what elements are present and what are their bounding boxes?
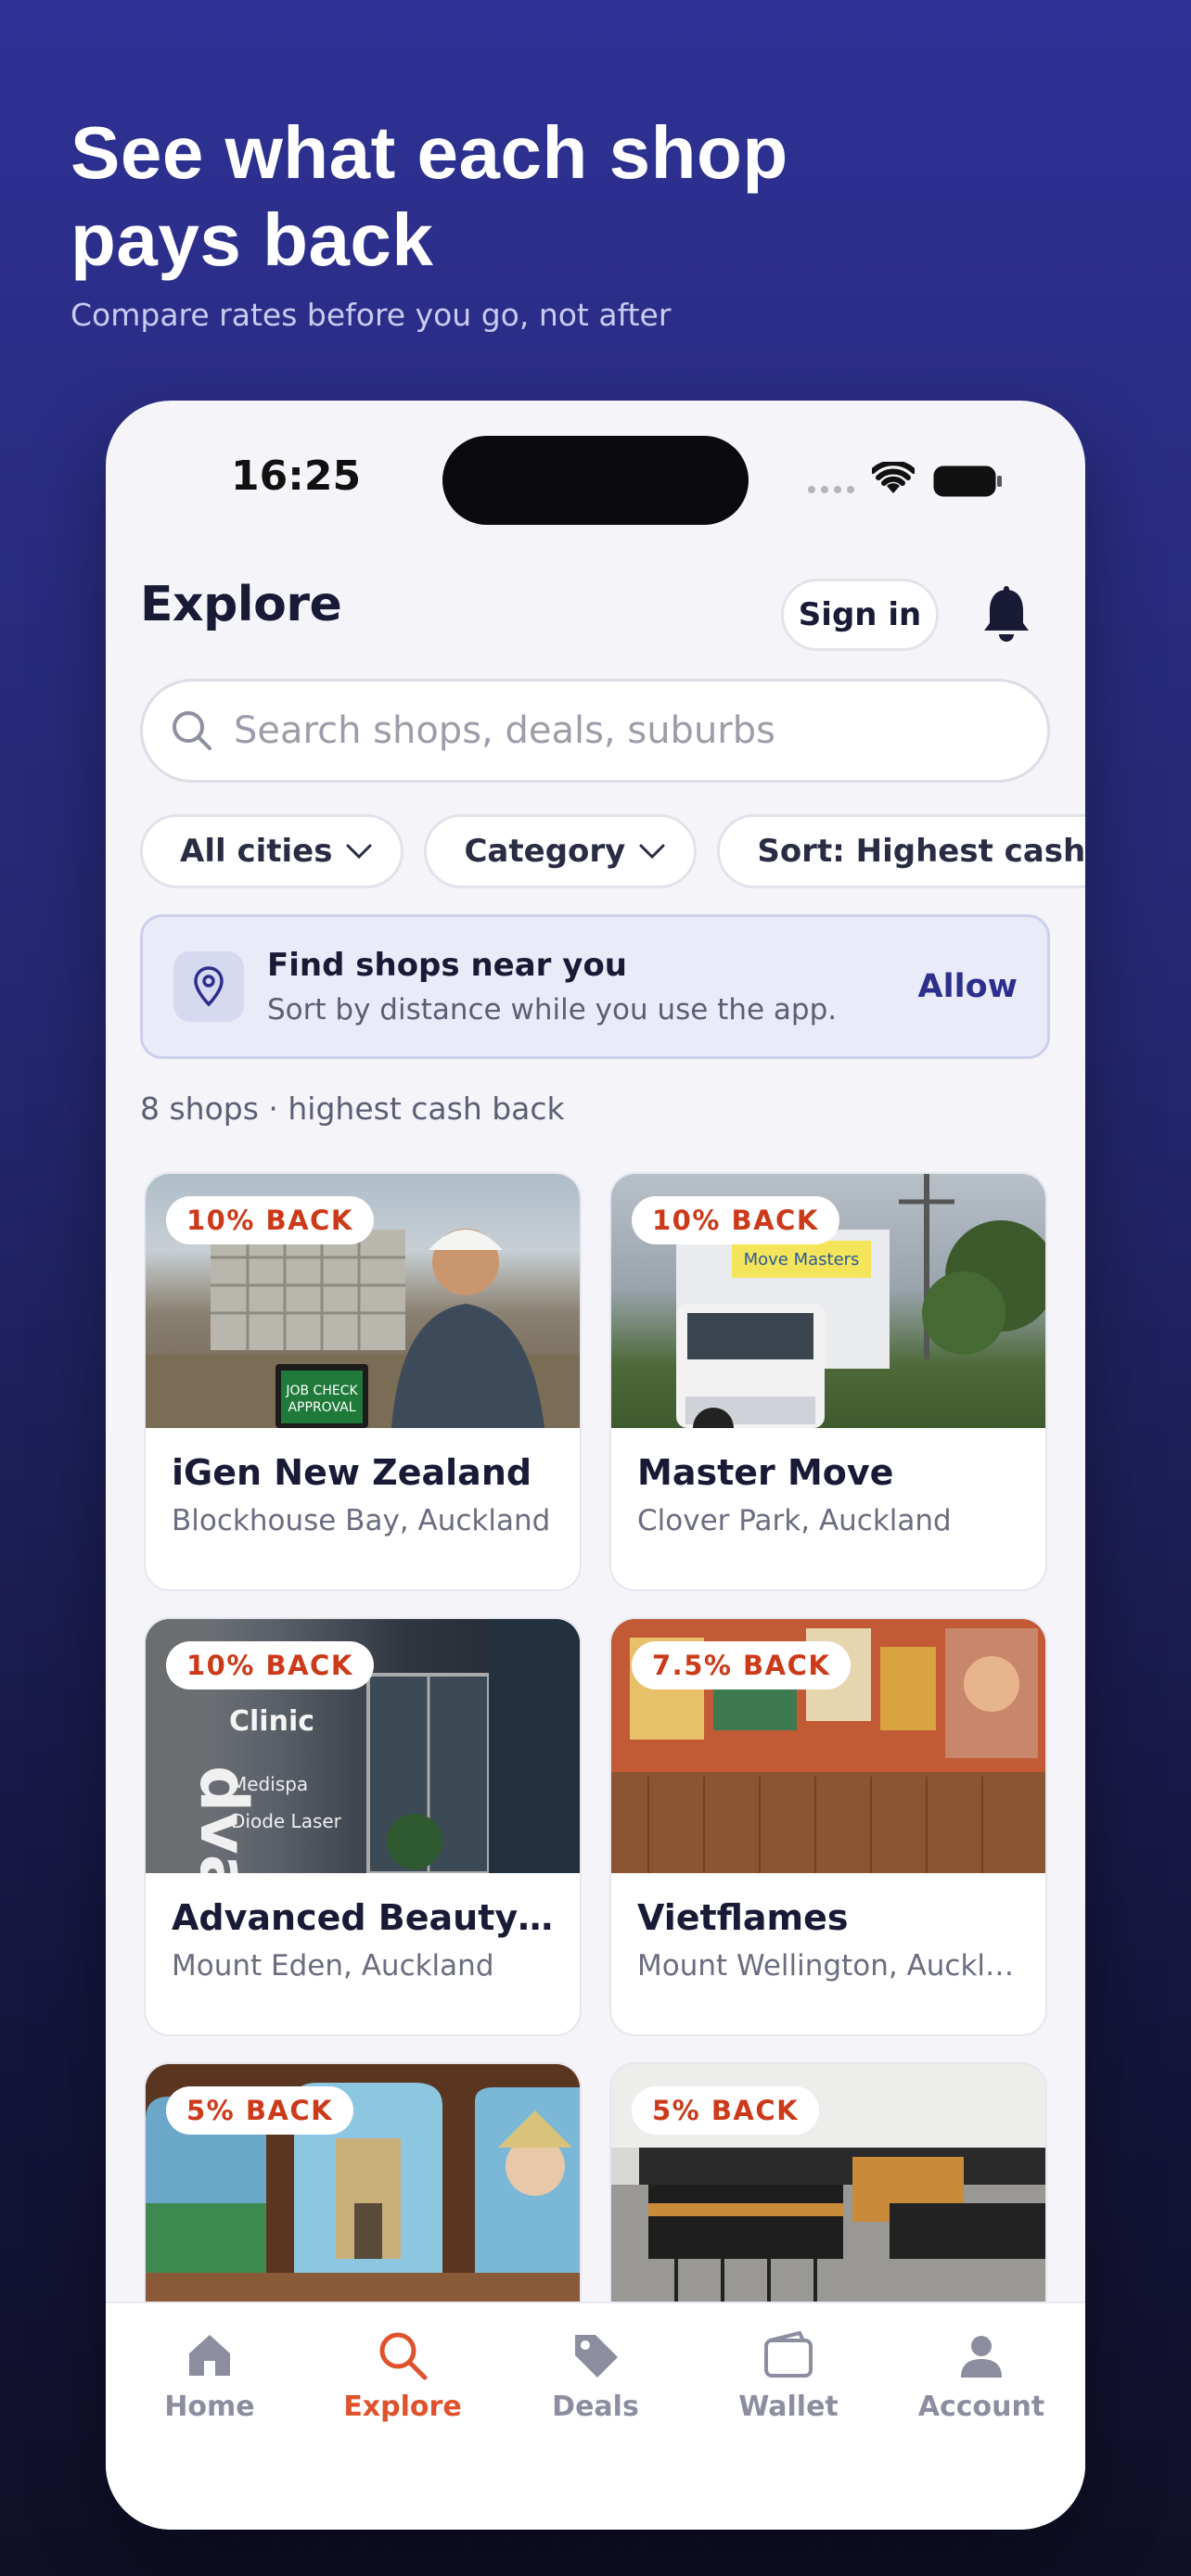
cellular-signal-icon — [808, 486, 854, 493]
city-filter-chip[interactable]: All cities — [140, 814, 404, 888]
shop-name: Vietflames — [637, 1897, 849, 1938]
svg-text:Clinic: Clinic — [229, 1705, 314, 1738]
chevron-down-icon — [346, 844, 372, 860]
map-pin-icon — [173, 951, 244, 1022]
dynamic-island — [442, 436, 749, 525]
shop-card[interactable]: 7.5% BACK Vietflames Mount Wellington, A… — [609, 1617, 1047, 2036]
tab-explore[interactable]: Explore — [310, 2329, 495, 2423]
tab-deals[interactable]: Deals — [503, 2329, 688, 2423]
shop-location: Blockhouse Bay, Auckland — [172, 1504, 551, 1537]
chevron-down-icon — [639, 844, 665, 860]
promo-header: See what each shop pays back Compare rat… — [70, 109, 1135, 333]
tab-account-label: Account — [917, 2391, 1045, 2423]
location-permission-banner: Find shops near you Sort by distance whi… — [140, 914, 1050, 1059]
shop-photo: 5% BACK — [611, 2064, 1045, 2318]
shop-photo: dvan Clinic Medispa Diode Laser 10% BACK — [146, 1619, 580, 1873]
results-summary: 8 shops · highest cash back — [140, 1090, 565, 1127]
category-filter-chip[interactable]: Category — [424, 814, 698, 888]
shop-name: iGen New Zealand — [172, 1452, 532, 1493]
tab-account[interactable]: Account — [889, 2329, 1074, 2423]
shop-photo: 7.5% BACK — [611, 1619, 1045, 1873]
tab-wallet[interactable]: Wallet — [696, 2329, 881, 2423]
tab-wallet-label: Wallet — [738, 2391, 839, 2423]
svg-text:JOB CHECK: JOB CHECK — [285, 1384, 358, 1398]
promo-subtitle: Compare rates before you go, not after — [70, 297, 672, 333]
promo-title-line-2: pays back — [70, 198, 434, 281]
cashback-badge: 5% BACK — [166, 2086, 354, 2135]
search-icon — [379, 2332, 428, 2380]
shop-card[interactable]: dvan Clinic Medispa Diode Laser 10% BACK… — [144, 1617, 582, 2036]
svg-text:Move Masters: Move Masters — [744, 1250, 860, 1269]
filter-chips: All cities Category Sort: Highest cash b… — [140, 814, 1085, 888]
location-banner-title: Find shops near you — [267, 947, 628, 984]
city-filter-label: All cities — [180, 833, 333, 870]
tab-deals-label: Deals — [552, 2391, 639, 2423]
search-input[interactable] — [232, 708, 978, 753]
search-icon — [173, 711, 211, 750]
status-time: 16:25 — [231, 453, 362, 500]
svg-text:APPROVAL: APPROVAL — [288, 1400, 355, 1415]
category-filter-label: Category — [464, 833, 626, 870]
shop-location: Clover Park, Auckland — [637, 1504, 952, 1537]
svg-text:Medispa: Medispa — [231, 1773, 308, 1795]
battery-icon — [933, 465, 1002, 497]
allow-location-button[interactable]: Allow — [918, 968, 1018, 1005]
bell-icon[interactable] — [981, 586, 1031, 644]
cashback-badge: 10% BACK — [166, 1641, 374, 1690]
shop-card[interactable]: Move Masters 10% BACK Master Move Clover… — [609, 1172, 1047, 1591]
promo-title-line-1: See what each shop — [70, 111, 788, 194]
location-banner-subtitle: Sort by distance while you use the app. — [267, 993, 838, 1027]
cashback-badge: 10% BACK — [166, 1196, 374, 1244]
sign-in-button[interactable]: Sign in — [781, 579, 939, 651]
person-icon — [961, 2336, 1002, 2378]
phone-frame: 16:25 Explore Sign in All cities Categor… — [106, 401, 1085, 2530]
home-icon — [189, 2335, 230, 2376]
shop-name: Advanced Beauty Cli... — [172, 1897, 561, 1938]
promo-title: See what each shop pays back — [70, 109, 1135, 284]
tab-home-label: Home — [164, 2391, 255, 2423]
shop-card[interactable]: JOB CHECK APPROVAL 10% BACK iGen New Zea… — [144, 1172, 582, 1591]
shop-photo: 5% BACK — [146, 2064, 580, 2318]
shop-location: Mount Eden, Auckland — [172, 1949, 494, 1983]
shop-photo: JOB CHECK APPROVAL 10% BACK — [146, 1174, 580, 1428]
shop-location: Mount Wellington, Auckla... — [637, 1949, 1027, 1983]
page-title: Explore — [140, 577, 342, 632]
bottom-tab-bar: Home Explore Deals Wallet Account — [106, 2302, 1085, 2530]
svg-text:Diode Laser: Diode Laser — [231, 1810, 342, 1832]
wallet-icon — [764, 2330, 813, 2378]
cashback-badge: 5% BACK — [632, 2086, 820, 2135]
tag-icon — [575, 2335, 618, 2378]
sort-label: Sort: Highest cash back — [757, 833, 1085, 870]
cashback-badge: 7.5% BACK — [632, 1641, 852, 1690]
cashback-badge: 10% BACK — [632, 1196, 839, 1244]
search-bar[interactable] — [140, 679, 1050, 783]
sort-chip[interactable]: Sort: Highest cash back — [717, 814, 1085, 888]
tab-explore-label: Explore — [343, 2391, 462, 2423]
shop-photo: Move Masters 10% BACK — [611, 1174, 1045, 1428]
tab-home[interactable]: Home — [117, 2329, 302, 2423]
wifi-icon — [872, 462, 915, 493]
shop-name: Master Move — [637, 1452, 894, 1493]
